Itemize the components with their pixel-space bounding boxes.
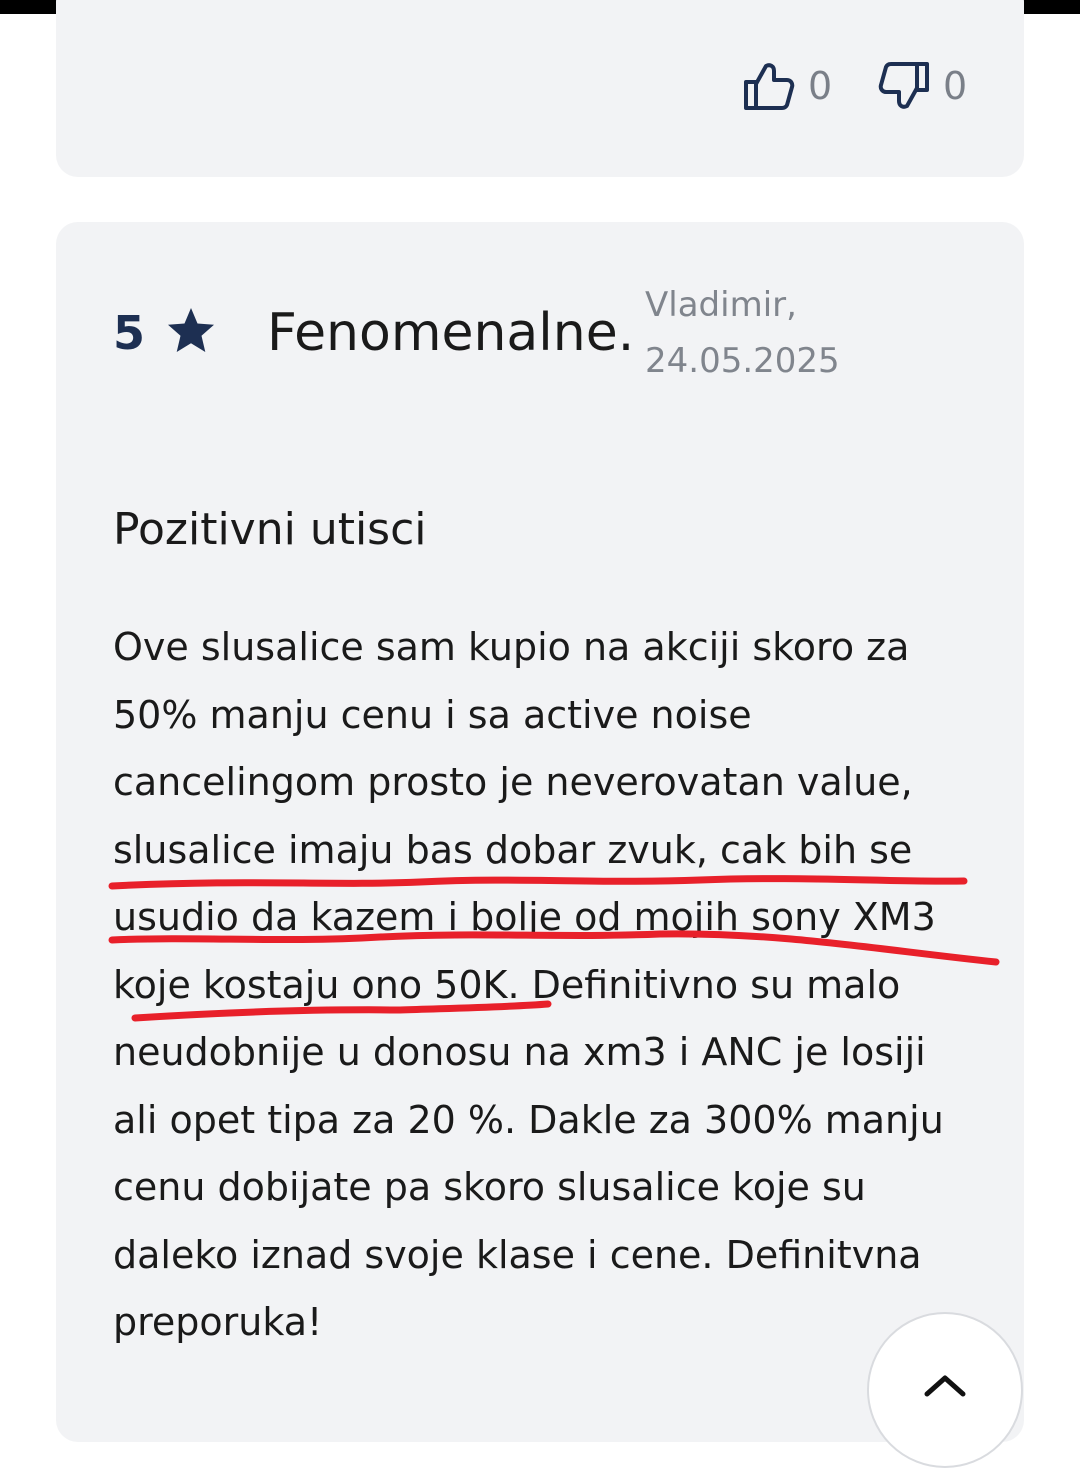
review-author: Vladimir, — [645, 285, 797, 325]
review-line: preporuka! — [113, 1300, 323, 1344]
unhelpful-vote-button[interactable]: 0 — [877, 60, 967, 112]
unhelpful-vote-count: 0 — [943, 64, 968, 108]
thumbs-up-icon — [744, 63, 795, 110]
review-date: 24.05.2025 — [645, 341, 840, 381]
review-line: usudio da kazem i bolje od mojih sony XM… — [113, 895, 936, 939]
review-title: Fenomenalne. — [267, 303, 635, 363]
star-icon — [168, 308, 214, 352]
review-line: slusalice imaju bas dobar zvuk, cak bih … — [113, 827, 913, 872]
helpful-vote-count: 0 — [808, 64, 833, 108]
review-body: Ove slusalice sam kupio na akciji skoro … — [113, 614, 993, 1357]
review-line: ali opet tipa za 20 %. Dakle za 300% man… — [113, 1097, 944, 1142]
rating-value: 5 — [113, 306, 146, 360]
chevron-up-icon — [924, 1375, 966, 1397]
review-line: 50% manju cenu i sa active noise — [113, 692, 752, 737]
review-line: neudobnije u donosu na xm3 i ANC je losi… — [113, 1030, 926, 1074]
review-line: daleko iznad svoje klase i cene. Definit… — [113, 1232, 922, 1277]
review-line: cancelingom prosto je neverovatan value, — [113, 760, 913, 804]
scroll-to-top-button[interactable] — [867, 1312, 1023, 1468]
review-line: cenu dobijate pa skoro slusalice koje su — [113, 1165, 866, 1209]
helpful-vote-button[interactable]: 0 — [742, 60, 832, 112]
thumbs-down-icon — [878, 62, 929, 109]
review-line: Ove slusalice sam kupio na akciji skoro … — [113, 625, 910, 669]
section-heading-positive: Pozitivni utisci — [113, 504, 427, 555]
review-line: koje kostaju ono 50K. Definitivno su mal… — [113, 962, 901, 1007]
